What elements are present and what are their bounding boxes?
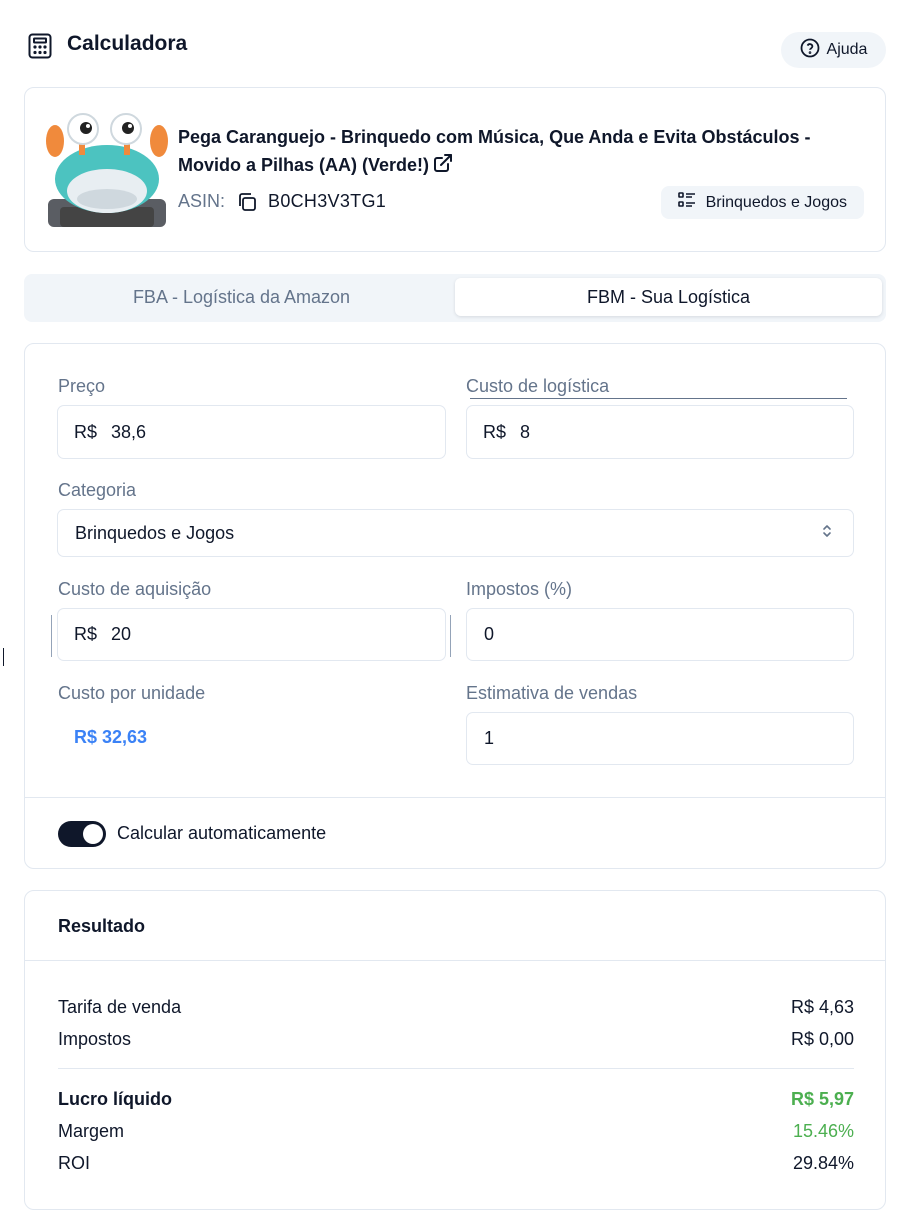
- product-image: [46, 111, 168, 231]
- field-edge-marker: [51, 615, 52, 657]
- product-card: Pega Caranguejo - Brinquedo com Música, …: [24, 87, 886, 252]
- margin-value: 15.46%: [792, 1121, 854, 1141]
- category-label: Categoria: [58, 480, 137, 500]
- category-badge: Brinquedos e Jogos: [660, 186, 864, 219]
- result-card: Resultado Tarifa de venda R$ 4,63 Impost…: [24, 890, 886, 1210]
- asin-value: B0CH3V3TG1: [268, 191, 387, 211]
- roi-row: ROI 29.84%: [58, 1153, 854, 1174]
- asin-label: ASIN:: [178, 191, 226, 211]
- taxes-label: Impostos (%): [466, 579, 573, 599]
- price-value: 38,6: [111, 421, 147, 442]
- roi-label: ROI: [58, 1153, 91, 1173]
- auto-calculate-label: Calcular automaticamente: [117, 823, 327, 843]
- logistics-cost-label: Custo de logística: [466, 376, 610, 396]
- acquisition-cost-input[interactable]: R$ 20: [57, 608, 446, 661]
- unit-cost-label: Custo por unidade: [58, 683, 206, 703]
- acquisition-currency-prefix: R$: [74, 624, 98, 644]
- net-profit-label: Lucro líquido: [58, 1089, 172, 1109]
- sales-estimate-input[interactable]: 1: [466, 712, 854, 765]
- roi-value: 29.84%: [792, 1153, 854, 1173]
- margin-row: Margem 15.46%: [58, 1121, 854, 1142]
- price-input[interactable]: R$ 38,6: [57, 405, 446, 459]
- category-badge-label: Brinquedos e Jogos: [705, 193, 847, 211]
- help-label: Ajuda: [826, 41, 868, 58]
- net-profit-row: Lucro líquido R$ 5,97: [58, 1089, 854, 1110]
- copy-icon[interactable]: [237, 192, 257, 212]
- tab-fba[interactable]: FBA - Logística da Amazon: [28, 278, 455, 316]
- taxes-result-label: Impostos: [58, 1029, 132, 1049]
- category-select-value: Brinquedos e Jogos: [75, 522, 235, 543]
- product-title-text: Pega Caranguejo - Brinquedo com Música, …: [178, 127, 811, 175]
- acquisition-cost-label: Custo de aquisição: [58, 579, 212, 599]
- sales-estimate-label: Estimativa de vendas: [466, 683, 638, 703]
- taxes-row: Impostos R$ 0,00: [58, 1029, 854, 1050]
- list-icon: [677, 192, 696, 213]
- category-select[interactable]: Brinquedos e Jogos: [57, 509, 854, 557]
- calculator-icon: [28, 33, 52, 59]
- calculator-form: Preço R$ 38,6 Custo de logística R$ 8 Ca…: [24, 343, 886, 869]
- help-button[interactable]: Ajuda: [781, 32, 886, 68]
- sale-fee-row: Tarifa de venda R$ 4,63: [58, 997, 854, 1018]
- sale-fee-value: R$ 4,63: [790, 997, 854, 1017]
- help-circle-icon: [800, 38, 820, 63]
- sales-estimate-value: 1: [484, 728, 495, 748]
- price-label: Preço: [58, 376, 106, 396]
- external-link-icon[interactable]: [433, 153, 453, 181]
- price-currency-prefix: R$: [74, 421, 98, 442]
- taxes-result-value: R$ 0,00: [790, 1029, 854, 1049]
- result-title: Resultado: [58, 916, 146, 936]
- page-header: Calculadora Ajuda: [26, 28, 886, 70]
- net-profit-value: R$ 5,97: [790, 1089, 854, 1109]
- chevron-up-down-icon: [821, 523, 833, 544]
- margin-label: Margem: [58, 1121, 125, 1141]
- logistics-tabs: FBA - Logística da Amazon FBM - Sua Logí…: [24, 274, 886, 322]
- unit-cost-value: R$ 32,63: [74, 727, 148, 747]
- logistics-currency-prefix: R$: [483, 421, 507, 442]
- form-divider: [25, 797, 885, 798]
- logistics-cost-input[interactable]: R$ 8: [466, 405, 854, 459]
- page-title: Calculadora: [67, 32, 188, 55]
- result-divider: [58, 1068, 854, 1069]
- text-cursor: [3, 648, 4, 666]
- result-header-divider: [25, 960, 885, 961]
- toggle-knob: [83, 824, 103, 844]
- label-underline: [470, 398, 847, 399]
- asin-row: ASIN: B0CH3V3TG1: [178, 191, 386, 212]
- product-title[interactable]: Pega Caranguejo - Brinquedo com Música, …: [178, 123, 868, 181]
- logistics-cost-value: 8: [520, 421, 531, 442]
- field-edge-marker: [450, 615, 451, 657]
- auto-calculate-toggle[interactable]: [58, 821, 106, 847]
- sale-fee-label: Tarifa de venda: [58, 997, 182, 1017]
- taxes-input[interactable]: 0: [466, 608, 854, 661]
- acquisition-cost-value: 20: [111, 624, 132, 644]
- tab-fbm[interactable]: FBM - Sua Logística: [455, 278, 882, 316]
- taxes-value: 0: [484, 624, 495, 644]
